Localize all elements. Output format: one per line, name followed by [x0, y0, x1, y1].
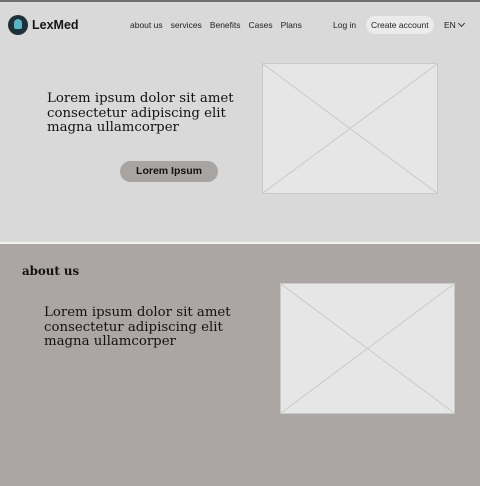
hero-text: Lorem ipsum dolor sit amet consectetur a…	[47, 91, 234, 135]
hero-image-placeholder	[262, 63, 438, 194]
about-title: about us	[22, 264, 80, 278]
nav-item-plans[interactable]: Plans	[281, 20, 302, 30]
language-selector[interactable]: EN	[444, 19, 465, 30]
nav-item-cases[interactable]: Cases	[249, 20, 273, 30]
create-account-button[interactable]: Create account	[366, 16, 434, 34]
image-placeholder-icon	[281, 284, 454, 413]
chevron-down-icon	[457, 19, 465, 28]
brand-name: LexMed	[32, 18, 79, 32]
about-text: Lorem ipsum dolor sit amet consectetur a…	[44, 305, 231, 349]
nav-item-services[interactable]: services	[171, 20, 202, 30]
nav-item-benefits[interactable]: Benefits	[210, 20, 241, 30]
image-placeholder-icon	[263, 64, 437, 193]
logo-icon	[8, 15, 28, 35]
login-link[interactable]: Log in	[333, 20, 356, 30]
about-image-placeholder	[280, 283, 455, 414]
main-nav: about us services Benefits Cases Plans	[130, 20, 302, 30]
hero-cta-button[interactable]: Lorem Ipsum	[120, 161, 218, 182]
language-label: EN	[444, 20, 456, 30]
brand-logo[interactable]: LexMed	[8, 15, 79, 35]
nav-item-about-us[interactable]: about us	[130, 20, 163, 30]
